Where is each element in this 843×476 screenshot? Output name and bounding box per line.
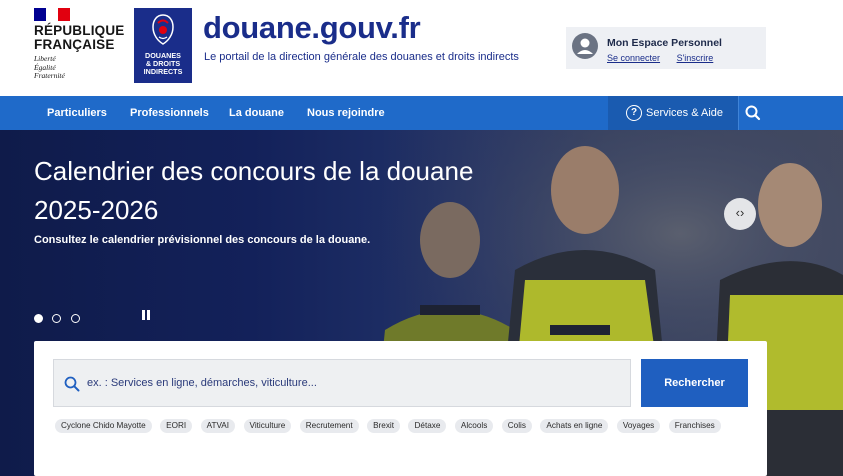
hero-subtitle: Consultez le calendrier prévisionnel des… xyxy=(34,234,371,246)
tag-brexit[interactable]: Brexit xyxy=(367,419,401,433)
espace-personnel-panel: Mon Espace Personnel Se connecter S'insc… xyxy=(566,27,766,69)
search-panel: ex. : Services en ligne, démarches, viti… xyxy=(34,341,767,476)
search-input[interactable]: ex. : Services en ligne, démarches, viti… xyxy=(53,359,631,407)
search-tags: Cyclone Chido Mayotte EORI ATVAI Viticul… xyxy=(55,415,725,433)
rf-title-line1: RÉPUBLIQUE xyxy=(34,23,125,38)
motto-fraternite: Fraternité xyxy=(34,71,65,80)
tag-cyclone-chido-mayotte[interactable]: Cyclone Chido Mayotte xyxy=(55,419,152,433)
user-icon xyxy=(572,33,598,59)
tag-detaxe[interactable]: Détaxe xyxy=(408,419,447,433)
tag-achats-en-ligne[interactable]: Achats en ligne xyxy=(540,419,609,433)
carousel-dots xyxy=(34,310,85,328)
carousel-dot-3[interactable] xyxy=(70,314,80,323)
dgddi-text: DOUANES & DROITS INDIRECTS xyxy=(134,52,192,76)
carousel-dot-2[interactable] xyxy=(52,314,62,323)
site-title[interactable]: douane.gouv.fr xyxy=(203,10,421,46)
hero-title[interactable]: Calendrier des concours de la douane 202… xyxy=(34,152,494,230)
rf-motto: Liberté Égalité Fraternité xyxy=(34,54,124,81)
hero-title-line1: Calendrier des concours de la douane xyxy=(34,156,474,186)
dgddi-line3: INDIRECTS xyxy=(143,67,183,76)
carousel-dot-1[interactable] xyxy=(34,314,43,323)
tag-eori[interactable]: EORI xyxy=(160,419,193,433)
site-header: RÉPUBLIQUE FRANÇAISE Liberté Égalité Fra… xyxy=(0,0,843,96)
espace-links: Se connecter S'inscrire xyxy=(607,53,727,63)
search-button[interactable]: Rechercher xyxy=(641,359,748,407)
nav-item-particuliers[interactable]: Particuliers xyxy=(47,96,107,130)
republique-francaise-logo[interactable]: RÉPUBLIQUE FRANÇAISE Liberté Égalité Fra… xyxy=(34,8,124,81)
tag-colis[interactable]: Colis xyxy=(501,419,532,433)
search-icon xyxy=(64,376,80,392)
main-nav: Particuliers Professionnels La douane No… xyxy=(0,96,843,130)
search-icon xyxy=(745,105,761,121)
carousel-arrows-icon[interactable]: ‹› xyxy=(724,198,756,230)
search-placeholder: ex. : Services en ligne, démarches, viti… xyxy=(87,377,317,389)
espace-title: Mon Espace Personnel xyxy=(607,37,722,49)
tag-alcools[interactable]: Alcools xyxy=(454,419,494,433)
tag-viticulture[interactable]: Viticulture xyxy=(243,419,292,433)
nav-search-button[interactable] xyxy=(738,96,766,130)
nav-item-nous-rejoindre[interactable]: Nous rejoindre xyxy=(307,96,385,130)
rf-title-line2: FRANÇAISE xyxy=(34,37,115,52)
tag-franchises[interactable]: Franchises xyxy=(668,419,721,433)
tag-atvai[interactable]: ATVAI xyxy=(200,419,236,433)
tag-voyages[interactable]: Voyages xyxy=(616,419,661,433)
hero-title-line2: 2025-2026 xyxy=(34,195,159,225)
dgddi-logo[interactable]: DOUANES & DROITS INDIRECTS xyxy=(134,8,192,83)
login-link[interactable]: Se connecter xyxy=(607,53,660,63)
services-aide-button[interactable]: ? Services & Aide xyxy=(608,96,738,130)
french-flag-icon xyxy=(34,8,70,21)
tag-recrutement[interactable]: Recrutement xyxy=(299,419,359,433)
services-aide-label: Services & Aide xyxy=(646,107,724,119)
nav-item-professionnels[interactable]: Professionnels xyxy=(130,96,209,130)
pause-icon[interactable] xyxy=(142,310,151,320)
signup-link[interactable]: S'inscrire xyxy=(677,53,714,63)
nav-item-la-douane[interactable]: La douane xyxy=(229,96,284,130)
dgddi-emblem-icon xyxy=(152,14,174,45)
question-icon: ? xyxy=(626,105,642,121)
site-tagline: Le portail de la direction générale des … xyxy=(204,51,519,63)
